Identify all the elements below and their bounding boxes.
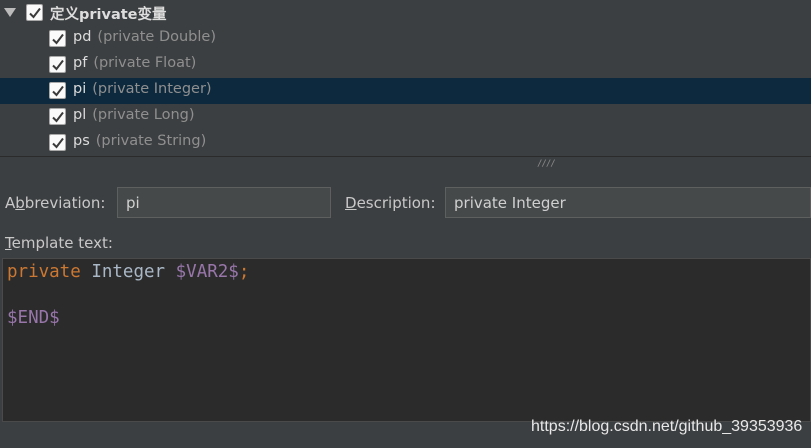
checkmark-icon [52,59,64,71]
tree-item-label: pf (private Float) [73,55,196,71]
checkmark-icon [52,111,64,123]
item-name: pi [73,81,87,97]
item-description: (private Long) [92,107,195,123]
checkmark-icon [52,33,64,45]
description-input[interactable] [445,187,811,218]
live-template-tree[interactable]: 定义private变量 pd (private Double) pf (privat… [0,0,811,156]
tree-item-pi[interactable]: pi (private Integer) [0,78,811,104]
item-checkbox[interactable] [49,134,66,151]
tree-item-label: pi (private Integer) [73,81,212,97]
item-description: (private Float) [93,55,197,71]
item-checkbox[interactable] [49,82,66,99]
tree-item-label: pl (private Long) [73,107,195,123]
item-checkbox[interactable] [49,108,66,125]
template-text-label: Template text: [5,234,113,252]
template-text-editor[interactable]: private Integer $VAR2$; $END$ [2,258,811,422]
item-description: (private Integer) [92,81,212,97]
code-line-1: private Integer $VAR2$; [7,262,250,282]
tree-item-pf[interactable]: pf (private Float) [0,52,811,78]
splitter-handle[interactable]: //// [0,156,811,169]
tree-group-row[interactable]: 定义private变量 [0,0,811,26]
item-name: pf [73,55,88,71]
item-description: (private String) [95,133,207,149]
checkmark-icon [52,85,64,97]
tree-item-label: ps (private String) [73,133,206,149]
item-checkbox[interactable] [49,56,66,73]
checkmark-icon [52,137,64,149]
item-name: pl [73,107,87,123]
item-name: ps [73,133,90,149]
tree-item-pd[interactable]: pd (private Double) [0,26,811,52]
item-description: (private Double) [97,29,216,45]
tree-item-pl[interactable]: pl (private Long) [0,104,811,130]
expand-arrow-icon[interactable] [4,8,16,17]
tree-item-label: pd (private Double) [73,29,216,45]
abbreviation-input[interactable] [117,187,331,218]
tree-group-label: 定义private变量 [50,7,167,23]
checkmark-icon [29,7,41,19]
item-checkbox[interactable] [49,30,66,47]
description-label: Description: [345,194,436,212]
abbreviation-label: Abbreviation: [5,194,106,212]
group-checkbox[interactable] [26,4,43,21]
item-name: pd [73,29,92,45]
watermark-text: https://blog.csdn.net/github_39353936 [531,418,803,435]
code-line-3: $END$ [7,308,60,328]
tree-item-ps[interactable]: ps (private String) [0,130,811,156]
grip-icon: //// [537,159,556,169]
